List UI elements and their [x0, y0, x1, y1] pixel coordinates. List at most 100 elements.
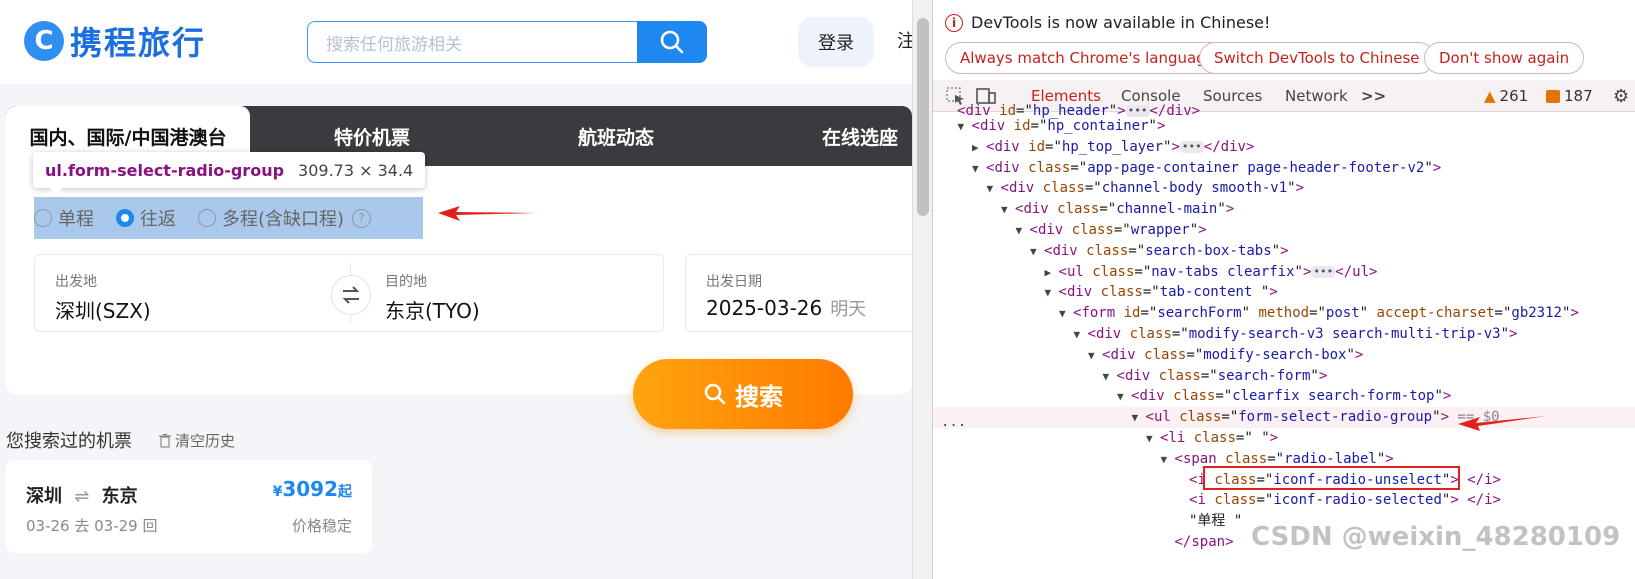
- expand-triangle-icon[interactable]: ▶: [1045, 262, 1059, 283]
- quote: ": [1434, 388, 1443, 405]
- tag-open: <: [1000, 180, 1009, 197]
- notice-text: DevTools is now available in Chinese!: [971, 13, 1271, 32]
- dom-node[interactable]: ▼ <div class="app-page-container page-hea…: [933, 158, 1635, 179]
- dom-node[interactable]: ▶ <div id="hp_top_layer"> ••• </div>: [933, 137, 1635, 158]
- dom-node[interactable]: ▼ <div class="search-form">: [933, 366, 1635, 387]
- tag-name: div: [1095, 326, 1122, 342]
- login-button[interactable]: 登录: [798, 17, 874, 67]
- tag-close: >: [1570, 305, 1579, 322]
- route-from: 深圳: [26, 486, 62, 507]
- dom-node[interactable]: ▼ <div id="hp_container">: [933, 116, 1635, 137]
- tab-flight-status[interactable]: 航班动态: [494, 106, 738, 166]
- tag-close: >: [1295, 180, 1304, 197]
- attr-value: post: [1325, 305, 1360, 322]
- selected-node-dots[interactable]: ...: [941, 414, 966, 430]
- tag-close: >: [1440, 409, 1449, 426]
- swap-icon: [342, 286, 360, 304]
- dont-show-again-button[interactable]: Don't show again: [1424, 42, 1585, 74]
- search-icon: [704, 383, 726, 405]
- collapse-triangle-icon[interactable]: ▼: [1001, 199, 1015, 220]
- tab-seat-selection[interactable]: 在线选座: [738, 106, 912, 166]
- dom-node[interactable]: ▼ <div class="modify-search-box">: [933, 345, 1635, 366]
- dom-node[interactable]: ▼ <div class="tab-content ">: [933, 282, 1635, 303]
- dom-node[interactable]: ▼ <div class="channel-body smooth-v1">: [933, 178, 1635, 199]
- from-label: 出发地: [55, 274, 97, 290]
- collapse-triangle-icon[interactable]: ▼: [1045, 282, 1059, 303]
- date-text: 2025-03-26: [706, 296, 823, 320]
- equals: =": [1045, 138, 1062, 155]
- tag-open: <: [1145, 409, 1154, 426]
- trash-icon: [159, 433, 171, 447]
- scrollbar-thumb[interactable]: [917, 18, 929, 216]
- register-link[interactable]: 注: [897, 27, 912, 53]
- quote: ": [1424, 159, 1433, 176]
- collapse-triangle-icon[interactable]: ▼: [1088, 345, 1102, 366]
- collapse-triangle-icon[interactable]: ▼: [958, 116, 972, 137]
- dom-node[interactable]: ▶ <ul class="nav-tabs clearfix"> ••• </ul>: [933, 262, 1635, 283]
- search-placeholder: 搜索任何旅游相关: [326, 34, 462, 55]
- collapse-triangle-icon[interactable]: ▼: [987, 178, 1001, 199]
- collapse-triangle-icon[interactable]: ▼: [1132, 407, 1146, 428]
- dom-node[interactable]: ▼ <div class="modify-search-v3 search-mul…: [933, 324, 1635, 345]
- watermark: CSDN @weixin_48280109: [1251, 522, 1621, 552]
- attr-name: class: [1028, 159, 1071, 176]
- collapse-triangle-icon[interactable]: ▼: [1103, 366, 1117, 387]
- help-icon[interactable]: ?: [352, 208, 372, 228]
- attr-value: channel-body smooth-v1: [1101, 180, 1288, 197]
- annotation-arrow: [1458, 416, 1546, 431]
- collapsed-children-icon[interactable]: •••: [1311, 265, 1336, 278]
- switch-to-chinese-button[interactable]: Switch DevTools to Chinese: [1199, 42, 1435, 74]
- page-scrollbar[interactable]: [912, 0, 932, 579]
- dom-node[interactable]: ▼ <div class="wrapper">: [933, 220, 1635, 241]
- tag-open: <: [1058, 263, 1067, 280]
- collapse-triangle-icon[interactable]: ▼: [972, 158, 986, 179]
- closing-tag: </div>: [1203, 138, 1255, 155]
- devtools-panel: i DevTools is now available in Chinese! …: [932, 0, 1635, 579]
- tag-name: div: [994, 159, 1020, 176]
- collapse-triangle-icon[interactable]: ▼: [1016, 220, 1030, 241]
- site-logo[interactable]: C 携程旅行: [24, 18, 206, 64]
- match-language-button[interactable]: Always match Chrome's language: [945, 42, 1230, 74]
- attr-name: class: [1144, 346, 1187, 363]
- swap-cities-button[interactable]: [331, 275, 371, 315]
- history-item[interactable]: 深圳 ⇌ 东京 03-26 去 03-29 回 ¥3092起 价格稳定: [6, 460, 372, 553]
- collapsed-children-icon[interactable]: •••: [1179, 140, 1204, 153]
- radio-round-trip[interactable]: 往返: [116, 205, 176, 231]
- radio-label: 单程: [58, 209, 94, 230]
- collapse-triangle-icon[interactable]: ▼: [1117, 386, 1131, 407]
- equals: =": [1215, 388, 1233, 405]
- collapse-triangle-icon[interactable]: ▼: [1074, 324, 1088, 345]
- dom-node[interactable]: <i class="iconf-radio-selected"> </i>: [933, 490, 1635, 511]
- tag-name: div: [979, 118, 1006, 134]
- to-field[interactable]: 目的地 东京(TYO): [350, 255, 665, 331]
- tag-name: div: [1008, 180, 1035, 197]
- equals: =": [1221, 409, 1239, 426]
- dom-node[interactable]: ▼ <div class="search-box-tabs">: [933, 241, 1635, 262]
- dom-node[interactable]: ▼ <div class="clearfix search-form-top">: [933, 386, 1635, 407]
- attr-value: iconf-radio-selected: [1273, 492, 1442, 509]
- collapse-triangle-icon[interactable]: ▼: [1059, 303, 1073, 324]
- search-flights-button[interactable]: 搜索: [633, 359, 853, 429]
- from-field[interactable]: 出发地 深圳(SZX): [35, 255, 350, 331]
- collapse-triangle-icon[interactable]: ▼: [1030, 241, 1044, 262]
- dom-node[interactable]: ▼ <div class="channel-main">: [933, 199, 1635, 220]
- collapse-triangle-icon[interactable]: ▼: [1161, 449, 1175, 470]
- departure-date-field[interactable]: 出发日期 2025-03-26 明天: [685, 254, 912, 332]
- attr-value: gb2312: [1511, 305, 1562, 322]
- collapse-triangle-icon[interactable]: ▼: [1146, 428, 1160, 449]
- quote: ": [1310, 367, 1319, 384]
- radio-one-way[interactable]: 单程: [34, 205, 94, 231]
- radio-multi-city[interactable]: 多程(含缺口程): [198, 205, 344, 231]
- dom-node[interactable]: ▼ <form id="searchForm" method="post" acc…: [933, 303, 1635, 324]
- trip-type-radio-group: 单程 往返 多程(含缺口程) ?: [34, 197, 423, 239]
- site-search-input[interactable]: 搜索任何旅游相关: [307, 21, 638, 63]
- site-search-button[interactable]: [637, 21, 707, 63]
- expand-triangle-icon[interactable]: ▶: [972, 137, 986, 158]
- tooltip-selector: ul.form-select-radio-group: [45, 160, 285, 180]
- quote: ": [1189, 222, 1199, 238]
- clear-history-button[interactable]: 清空历史: [159, 430, 235, 451]
